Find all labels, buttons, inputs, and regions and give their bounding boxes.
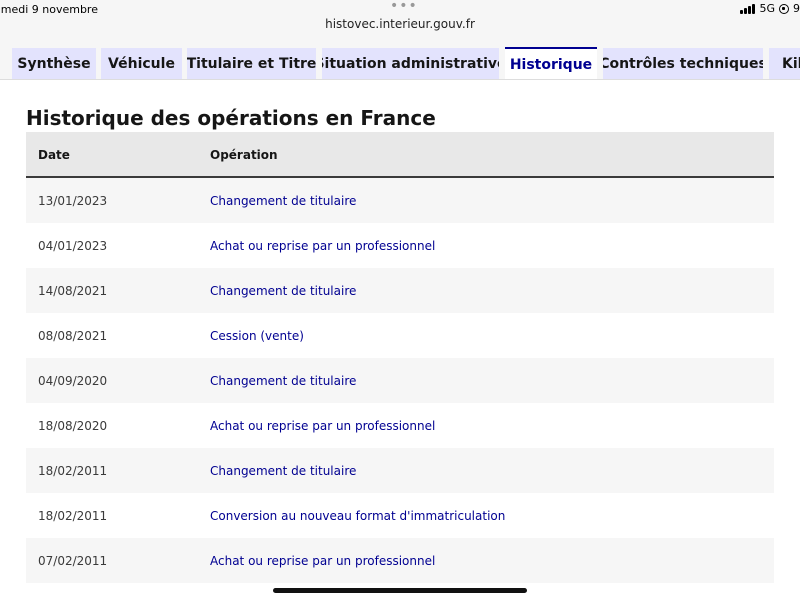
- row-date: 08/08/2021: [38, 329, 108, 343]
- table-row: 14/08/2021 Changement de titulaire: [26, 268, 774, 313]
- table-row: 04/09/2020 Changement de titulaire: [26, 358, 774, 403]
- battery-label: 9: [793, 2, 800, 15]
- rotation-lock-icon: [779, 3, 789, 14]
- table-row: 18/02/2011 Conversion au nouveau format …: [26, 493, 774, 538]
- row-operation: Achat ou reprise par un professionnel: [210, 239, 436, 253]
- table-row: 04/01/2023 Achat ou reprise par un profe…: [26, 223, 774, 268]
- home-indicator[interactable]: [273, 588, 527, 593]
- operations-table: Date Opération 13/01/2023 Changement de …: [26, 132, 774, 600]
- row-date: 13/01/2023: [38, 194, 108, 208]
- table-row: 07/02/2011 Achat ou reprise par un profe…: [26, 538, 774, 583]
- signal-icon: [740, 3, 756, 14]
- row-operation: Changement de titulaire: [210, 194, 357, 208]
- table-row: 18/02/2011 Changement de titulaire: [26, 448, 774, 493]
- row-operation: Conversion au nouveau format d'immatricu…: [210, 509, 506, 523]
- table-row: 18/08/2020 Achat ou reprise par un profe…: [26, 403, 774, 448]
- row-operation: Changement de titulaire: [210, 284, 357, 298]
- tab-controles-techniques[interactable]: Contrôles techniques: [603, 48, 763, 80]
- status-date: amedi 9 novembre: [0, 3, 98, 16]
- row-date: 18/08/2020: [38, 419, 108, 433]
- table-header: Date Opération: [26, 132, 774, 178]
- history-panel: Historique des opérations en France Date…: [0, 80, 800, 600]
- row-operation: Changement de titulaire: [210, 374, 357, 388]
- row-date: 18/02/2011: [38, 509, 108, 523]
- table-row: 08/08/2021 Cession (vente): [26, 313, 774, 358]
- row-date: 18/02/2011: [38, 464, 108, 478]
- row-operation: Achat ou reprise par un professionnel: [210, 419, 436, 433]
- row-operation: Achat ou reprise par un professionnel: [210, 554, 436, 568]
- tab-titulaire-et-titre[interactable]: Titulaire et Titre: [187, 48, 316, 80]
- tab-vehicule[interactable]: Véhicule: [101, 48, 182, 80]
- column-header-operation: Opération: [210, 148, 278, 162]
- row-date: 14/08/2021: [38, 284, 108, 298]
- url-text[interactable]: histovec.interieur.gouv.fr: [0, 17, 800, 31]
- network-label: 5G: [759, 2, 775, 15]
- page-title: Historique des opérations en France: [26, 106, 436, 130]
- tab-historique[interactable]: Historique: [505, 47, 597, 80]
- tab-synthese[interactable]: Synthèse: [12, 48, 96, 80]
- more-dots-icon[interactable]: •••: [390, 0, 418, 14]
- row-date: 07/02/2011: [38, 554, 108, 568]
- row-operation: Changement de titulaire: [210, 464, 357, 478]
- row-date: 04/01/2023: [38, 239, 108, 253]
- status-indicators: 5G 9: [740, 2, 800, 15]
- tab-situation-administrative[interactable]: Situation administrative: [322, 48, 499, 80]
- table-row: 13/01/2023 Changement de titulaire: [26, 178, 774, 223]
- address-bar[interactable]: histovec.interieur.gouv.fr: [0, 16, 800, 36]
- row-operation: Cession (vente): [210, 329, 304, 343]
- row-date: 04/09/2020: [38, 374, 108, 388]
- tab-kilometrage[interactable]: Kilo: [769, 48, 800, 80]
- column-header-date: Date: [38, 148, 70, 162]
- tab-bar: Synthèse Véhicule Titulaire et Titre Sit…: [0, 36, 800, 80]
